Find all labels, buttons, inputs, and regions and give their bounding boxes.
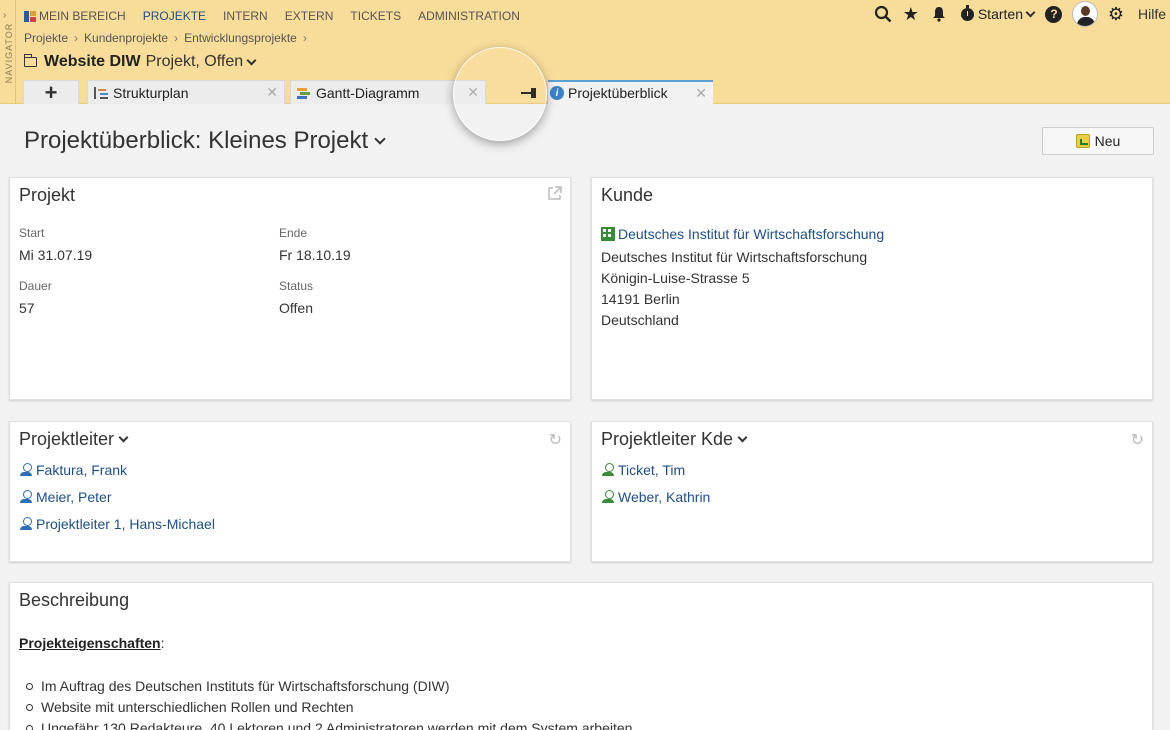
chevron-down-icon bbox=[1025, 7, 1036, 17]
project-title[interactable]: Website DIW Projekt, Offen bbox=[23, 53, 257, 71]
add-tab-button[interactable]: + bbox=[23, 80, 79, 105]
tab-projektueberblick[interactable]: i Projektüberblick ✕ bbox=[548, 80, 713, 104]
address-line: Königin-Luise-Strasse 5 bbox=[601, 270, 750, 286]
customer-link[interactable]: Deutsches Institut für Wirtschaftsforsch… bbox=[601, 226, 884, 242]
bullet-icon bbox=[26, 724, 33, 730]
status-label: Status bbox=[279, 279, 314, 293]
gear-icon[interactable]: ⚙ bbox=[1102, 4, 1130, 25]
tab-gantt-diagramm[interactable]: Gantt-Diagramm ✕ bbox=[290, 80, 486, 104]
star-icon[interactable]: ★ bbox=[897, 4, 925, 25]
start-value: Mi 31.07.19 bbox=[19, 247, 93, 263]
navigator-toggle[interactable]: › NAVIGATOR bbox=[0, 0, 16, 104]
project-meta: Projekt, Offen bbox=[145, 53, 244, 70]
close-icon[interactable]: ✕ bbox=[467, 84, 479, 101]
list-item: Ungefähr 130 Redakteure, 40 Lektoren und… bbox=[26, 720, 632, 730]
address-line: Deutschland bbox=[601, 312, 679, 328]
breadcrumb-separator: › bbox=[302, 31, 307, 45]
projektleiter-card: Projektleiter ↻ Faktura, Frank Meier, Pe… bbox=[9, 421, 571, 562]
breadcrumb-item[interactable]: Kundenprojekte bbox=[84, 31, 168, 45]
help-icon[interactable]: ? bbox=[1040, 5, 1068, 23]
person-link[interactable]: Weber, Kathrin bbox=[601, 489, 710, 505]
bell-icon[interactable] bbox=[925, 6, 953, 22]
bullet-icon bbox=[26, 703, 33, 711]
card-title: Projekt bbox=[19, 185, 76, 205]
nav-intern[interactable]: INTERN bbox=[223, 8, 268, 24]
starten-button[interactable]: Starten bbox=[960, 4, 1036, 22]
dauer-label: Dauer bbox=[19, 279, 52, 293]
card-title[interactable]: Projektleiter Kde bbox=[601, 429, 748, 450]
gantt-icon bbox=[297, 87, 311, 99]
external-link-icon[interactable] bbox=[547, 186, 562, 206]
person-icon bbox=[19, 490, 33, 504]
breadcrumb: Projekte › Kundenprojekte › Entwicklungs… bbox=[24, 31, 307, 45]
person-icon bbox=[601, 490, 615, 504]
list-item: Website mit unterschiedlichen Rollen und… bbox=[26, 699, 354, 715]
close-icon[interactable]: ✕ bbox=[695, 85, 707, 102]
ende-label: Ende bbox=[279, 226, 308, 240]
status-value: Offen bbox=[279, 300, 313, 316]
card-title: Beschreibung bbox=[19, 590, 130, 610]
person-link[interactable]: Meier, Peter bbox=[19, 489, 111, 505]
help-link[interactable]: Hilfe bbox=[1138, 6, 1166, 22]
search-icon[interactable] bbox=[869, 5, 897, 23]
address-line: 14191 Berlin bbox=[601, 291, 680, 307]
breadcrumb-item[interactable]: Entwicklungsprojekte bbox=[184, 31, 297, 45]
chevron-down-icon bbox=[118, 432, 129, 443]
breadcrumb-separator: › bbox=[74, 31, 79, 45]
close-icon[interactable]: ✕ bbox=[266, 84, 278, 101]
person-link[interactable]: Projektleiter 1, Hans-Michael bbox=[19, 516, 215, 532]
stopwatch-icon bbox=[960, 4, 974, 21]
beschreibung-card: Beschreibung Projekteigenschaften: Im Au… bbox=[9, 582, 1153, 730]
dauer-value: 57 bbox=[19, 300, 35, 316]
page-title[interactable]: Projektüberblick: Kleines Projekt bbox=[24, 127, 386, 155]
projekt-card: Projekt Start Mi 31.07.19 Ende Fr 18.10.… bbox=[9, 177, 571, 400]
nav-tickets[interactable]: TICKETS bbox=[350, 8, 401, 24]
project-name: Website DIW bbox=[44, 53, 141, 70]
breadcrumb-separator: › bbox=[174, 31, 179, 45]
folder-icon bbox=[23, 54, 37, 67]
chevron-down-icon bbox=[246, 55, 257, 65]
start-label: Start bbox=[19, 226, 45, 240]
refresh-icon[interactable]: ↻ bbox=[549, 430, 562, 450]
app-header: › NAVIGATOR MEIN BEREICH PROJEKTE INTERN… bbox=[0, 0, 1170, 105]
breadcrumb-item[interactable]: Projekte bbox=[24, 31, 68, 45]
card-title: Kunde bbox=[601, 185, 654, 205]
ende-value: Fr 18.10.19 bbox=[279, 247, 351, 263]
building-icon bbox=[601, 227, 615, 241]
card-title[interactable]: Projektleiter bbox=[19, 429, 129, 450]
nav-mein-bereich[interactable]: MEIN BEREICH bbox=[24, 8, 126, 24]
projektleiter-kde-card: Projektleiter Kde ↻ Ticket, Tim Weber, K… bbox=[591, 421, 1153, 562]
new-icon bbox=[1075, 134, 1090, 148]
info-icon: i bbox=[550, 86, 564, 100]
new-button[interactable]: Neu bbox=[1042, 127, 1154, 155]
nav-extern[interactable]: EXTERN bbox=[285, 8, 334, 24]
chevron-down-icon bbox=[374, 132, 386, 145]
navigator-label: NAVIGATOR bbox=[4, 22, 14, 84]
tree-icon bbox=[94, 86, 108, 99]
nav-administration[interactable]: ADMINISTRATION bbox=[418, 8, 520, 24]
person-icon bbox=[19, 463, 33, 477]
person-icon bbox=[19, 517, 33, 531]
kunde-card: Kunde Deutsches Institut für Wirtschafts… bbox=[591, 177, 1153, 400]
description-subheading: Projekteigenschaften: bbox=[19, 635, 165, 651]
person-icon bbox=[601, 463, 615, 477]
pin-icon[interactable] bbox=[521, 88, 541, 98]
header-tools: ★ Starten ? ⚙ Hilfe bbox=[869, 1, 1170, 27]
refresh-icon[interactable]: ↻ bbox=[1131, 430, 1144, 450]
avatar[interactable] bbox=[1071, 1, 1098, 27]
address-line: Deutsches Institut für Wirtschaftsforsch… bbox=[601, 249, 868, 265]
chevron-down-icon bbox=[737, 432, 748, 443]
list-item: Im Auftrag des Deutschen Instituts für W… bbox=[26, 678, 449, 694]
bullet-icon bbox=[26, 682, 33, 690]
main-nav: MEIN BEREICH PROJEKTE INTERN EXTERN TICK… bbox=[24, 8, 520, 24]
person-link[interactable]: Ticket, Tim bbox=[601, 462, 685, 478]
dashboard-icon bbox=[24, 10, 36, 22]
person-link[interactable]: Faktura, Frank bbox=[19, 462, 127, 478]
nav-projekte[interactable]: PROJEKTE bbox=[143, 8, 206, 24]
tab-strukturplan[interactable]: Strukturplan ✕ bbox=[87, 80, 285, 104]
